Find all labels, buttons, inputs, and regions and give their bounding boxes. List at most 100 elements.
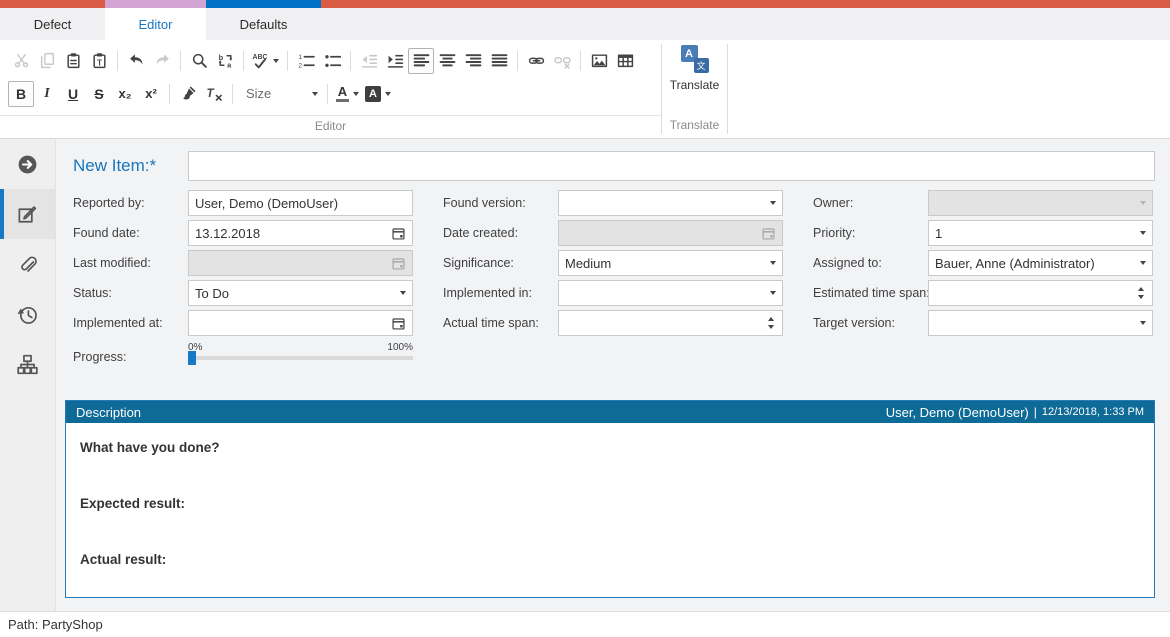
spin-up-icon: [1138, 287, 1144, 291]
reported-by-input[interactable]: [188, 190, 413, 216]
sidebar-item-history[interactable]: [0, 289, 55, 339]
insert-image-button[interactable]: [586, 48, 612, 74]
progress-track[interactable]: [188, 356, 413, 360]
implemented-in-combo[interactable]: [558, 280, 783, 306]
found-version-combo[interactable]: [558, 190, 783, 216]
image-icon: [591, 52, 608, 69]
tab-editor[interactable]: Editor: [105, 8, 206, 40]
font-color-button[interactable]: A: [333, 81, 362, 107]
copy-icon: [39, 52, 56, 69]
replace-icon: ba: [217, 52, 234, 69]
calendar-icon[interactable]: [391, 226, 406, 241]
estimated-time-span-spinner[interactable]: [928, 280, 1153, 306]
strikethrough-button[interactable]: S: [86, 81, 112, 107]
ribbon-row-2: B I U S x₂ x² T Size A: [8, 77, 655, 110]
font-size-combo[interactable]: Size: [238, 82, 322, 106]
highlight-color-button[interactable]: A: [362, 81, 394, 107]
paste-icon: [65, 52, 82, 69]
actual-time-span-spinner[interactable]: [558, 310, 783, 336]
find-button[interactable]: [186, 48, 212, 74]
superscript-button[interactable]: x²: [138, 81, 164, 107]
paste-button[interactable]: [60, 48, 86, 74]
sidebar-item-navigate[interactable]: [0, 139, 55, 189]
spinner-buttons[interactable]: [1136, 287, 1146, 299]
field-progress: Progress: 0% 100%: [73, 340, 413, 374]
hierarchy-icon: [17, 354, 38, 375]
description-timestamp: 12/13/2018, 1:33 PM: [1042, 406, 1144, 418]
italic-button[interactable]: I: [34, 81, 60, 107]
justify-button[interactable]: [486, 48, 512, 74]
status-combo[interactable]: To Do: [188, 280, 413, 306]
undo-icon: [128, 52, 145, 69]
copy-button[interactable]: [34, 48, 60, 74]
translate-icon: A 文: [681, 45, 709, 73]
separator: [243, 51, 244, 71]
sidebar-item-edit[interactable]: [0, 189, 55, 239]
align-right-button[interactable]: [460, 48, 486, 74]
significance-combo[interactable]: Medium: [558, 250, 783, 276]
chevron-down-icon: [353, 92, 359, 96]
field-owner: Owner:: [813, 190, 1153, 216]
redo-button[interactable]: [149, 48, 175, 74]
new-item-input[interactable]: [188, 151, 1155, 181]
found-date-input[interactable]: [188, 220, 413, 246]
date-created-input: [558, 220, 783, 246]
align-left-icon: [413, 52, 430, 69]
chevron-down-icon: [400, 291, 406, 295]
paste-plain-text-button[interactable]: T: [86, 48, 112, 74]
description-editor[interactable]: What have you done? Expected result: Act…: [66, 423, 1154, 597]
ribbon: T ba ABC 12: [0, 40, 1170, 139]
ribbon-group-translate: A 文 Translate Translate: [662, 40, 727, 138]
progress-handle[interactable]: [188, 351, 196, 365]
svg-text:T: T: [97, 58, 102, 67]
implemented-at-input[interactable]: [188, 310, 413, 336]
format-painter-button[interactable]: [175, 81, 201, 107]
field-found-date: Found date:: [73, 220, 413, 246]
replace-button[interactable]: ba: [212, 48, 238, 74]
new-item-label: New Item:*: [73, 156, 188, 176]
underline-button[interactable]: U: [60, 81, 86, 107]
search-icon: [191, 52, 208, 69]
separator: [232, 84, 233, 104]
sidebar-item-hierarchy[interactable]: [0, 339, 55, 389]
insert-table-button[interactable]: [612, 48, 638, 74]
align-center-icon: [439, 52, 456, 69]
spinner-buttons[interactable]: [766, 317, 776, 329]
svg-text:2: 2: [298, 62, 302, 69]
sidebar-item-attachments[interactable]: [0, 239, 55, 289]
font-size-value: Size: [246, 86, 271, 101]
main-area: New Item:* Reported by: Found date:: [0, 139, 1170, 611]
undo-button[interactable]: [123, 48, 149, 74]
priority-combo[interactable]: 1: [928, 220, 1153, 246]
bold-button[interactable]: B: [8, 81, 34, 107]
numbered-list-button[interactable]: 12: [293, 48, 319, 74]
tab-defaults[interactable]: Defaults: [206, 8, 321, 40]
tab-defect[interactable]: Defect: [0, 8, 105, 40]
redo-icon: [154, 52, 171, 69]
translate-button[interactable]: A 文 Translate: [662, 40, 727, 115]
bullet-list-button[interactable]: [319, 48, 345, 74]
top-color-stripe: [0, 0, 1170, 8]
increase-indent-button[interactable]: [382, 48, 408, 74]
description-separator: |: [1034, 405, 1037, 419]
spell-check-button[interactable]: ABC: [249, 48, 282, 74]
table-icon: [617, 52, 634, 69]
align-left-button[interactable]: [408, 48, 434, 74]
subscript-button[interactable]: x₂: [112, 81, 138, 107]
assigned-to-combo[interactable]: Bauer, Anne (Administrator): [928, 250, 1153, 276]
decrease-indent-button[interactable]: [356, 48, 382, 74]
calendar-icon[interactable]: [391, 316, 406, 331]
insert-link-button[interactable]: [523, 48, 549, 74]
field-last-modified: Last modified:: [73, 250, 413, 276]
stripe-rest: [321, 0, 1170, 8]
target-version-combo[interactable]: [928, 310, 1153, 336]
field-priority: Priority: 1: [813, 220, 1153, 246]
description-author: User, Demo (DemoUser): [886, 405, 1029, 420]
cut-button[interactable]: [8, 48, 34, 74]
remove-link-button[interactable]: [549, 48, 575, 74]
align-center-button[interactable]: [434, 48, 460, 74]
stripe-editor: [105, 0, 206, 8]
progress-slider[interactable]: 0% 100%: [188, 342, 413, 360]
form-column-3: Owner: Priority: 1 Assigned to:: [813, 190, 1153, 378]
remove-format-button[interactable]: T: [201, 81, 227, 107]
